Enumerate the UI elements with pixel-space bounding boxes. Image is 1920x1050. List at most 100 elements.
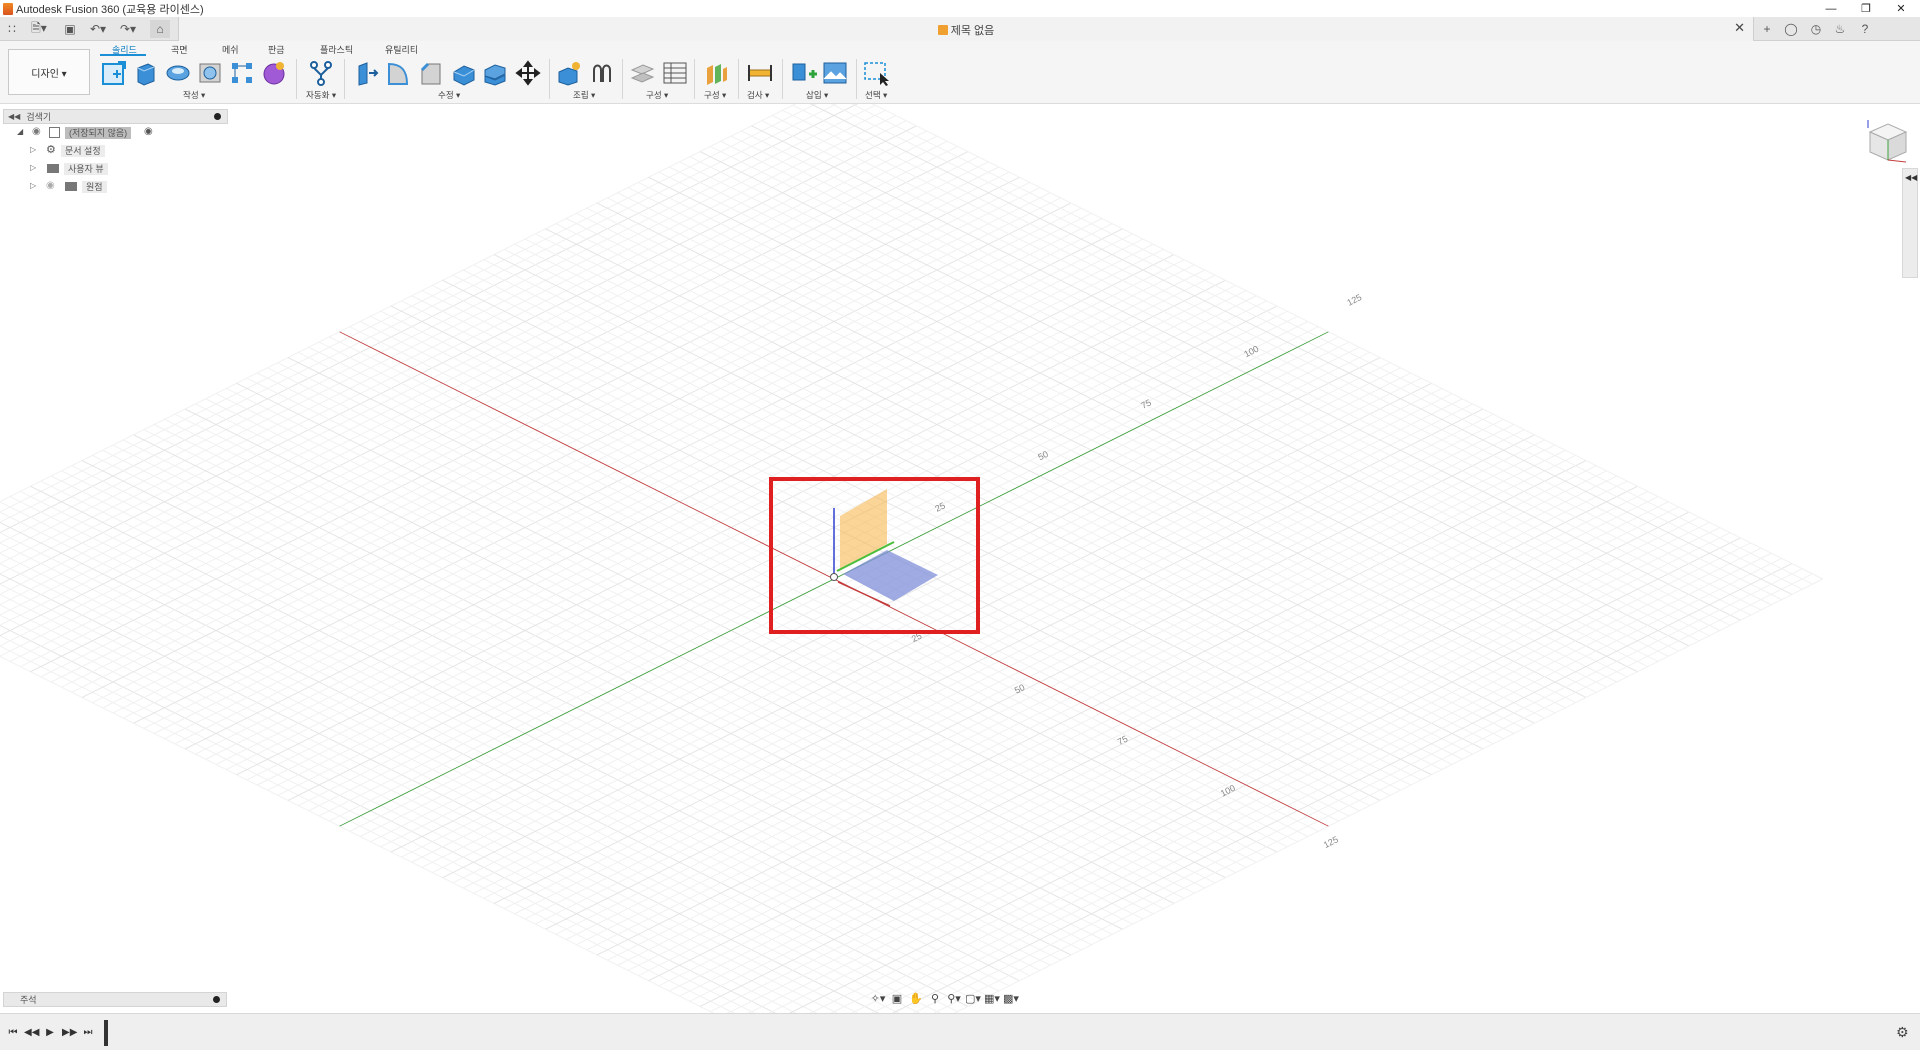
construct2-group-label[interactable]: 구성 ▾	[704, 89, 726, 101]
midplane-icon[interactable]	[702, 59, 730, 87]
eye-icon[interactable]: ◉	[46, 180, 55, 191]
measure-icon[interactable]	[746, 59, 774, 87]
first-icon[interactable]: ⏮	[6, 1026, 20, 1040]
activate-radio-icon[interactable]: ◉	[144, 126, 153, 137]
last-icon[interactable]: ⏭	[81, 1026, 95, 1040]
automate-group-label[interactable]: 자동화 ▾	[306, 89, 336, 101]
collapse-arrows-icon[interactable]: ◀◀	[1905, 173, 1917, 182]
display-icon[interactable]: ▢▾	[965, 992, 981, 1006]
orbit-icon[interactable]: ✧▾	[870, 992, 886, 1006]
pin-icon[interactable]	[214, 113, 221, 120]
extrude-icon[interactable]	[131, 59, 159, 87]
offset-plane-icon[interactable]	[628, 59, 656, 87]
expand-right-icon[interactable]: ▷	[30, 145, 36, 154]
annotation-panel[interactable]: 주석	[3, 992, 227, 1007]
tab-sheet-metal[interactable]: 판금	[268, 43, 285, 56]
viewcube[interactable]	[1864, 114, 1912, 164]
browser-panel: ◀◀ 검색기 ◢ ◉ (저장되지 않음) ◉ ▷ ⚙ 문서 설정 ▷ 사용자 뷰…	[3, 109, 228, 196]
new-component-icon[interactable]	[555, 59, 583, 87]
home-icon[interactable]: ⌂	[150, 20, 170, 38]
move-icon[interactable]	[514, 59, 542, 87]
undo-icon[interactable]: ↶▾	[86, 20, 110, 38]
assemble-group-label[interactable]: 조립 ▾	[573, 89, 595, 101]
new-tab-icon[interactable]: +	[1759, 21, 1775, 37]
insert-derive-icon[interactable]	[790, 59, 818, 87]
pin-icon[interactable]	[213, 996, 220, 1003]
inspect-group-label[interactable]: 검사 ▾	[747, 89, 769, 101]
form-icon[interactable]	[260, 59, 288, 87]
construct-group-label[interactable]: 구성 ▾	[646, 89, 668, 101]
grid-line	[0, 645, 735, 1013]
viewport-icon[interactable]: ▩▾	[1003, 992, 1019, 1006]
expand-right-icon[interactable]: ▷	[30, 163, 36, 172]
timeline-marker[interactable]	[104, 1020, 108, 1046]
tab-surface[interactable]: 곡면	[171, 43, 188, 56]
hole-icon[interactable]	[196, 59, 224, 87]
pattern-icon[interactable]	[228, 59, 256, 87]
select-icon[interactable]	[862, 59, 890, 87]
tree-item-document-settings[interactable]: ▷ ⚙ 문서 설정	[3, 142, 228, 160]
grid-label: 50	[1036, 449, 1049, 462]
automate-icon[interactable]	[307, 59, 335, 87]
close-tab-icon[interactable]: ✕	[1734, 20, 1745, 36]
tree-item-label: 사용자 뷰	[64, 163, 108, 175]
restore-button[interactable]: ❐	[1852, 0, 1880, 17]
combine-icon[interactable]	[481, 59, 509, 87]
create-group-label[interactable]: 작성 ▾	[183, 89, 205, 101]
history-icon[interactable]: ◷	[1808, 21, 1824, 37]
grid-label: 125	[1345, 292, 1363, 308]
tab-plastic[interactable]: 플라스틱	[320, 43, 353, 56]
timeline: ⏮ ◀◀ ▶ ▶▶ ⏭ ⚙	[0, 1013, 1920, 1050]
extension-icon[interactable]: ◯	[1783, 21, 1799, 37]
tab-mesh[interactable]: 메쉬	[222, 43, 239, 56]
file-icon[interactable]: 🗎▾	[28, 20, 50, 38]
look-at-icon[interactable]: ▣	[889, 992, 905, 1006]
navigation-bar: ✧▾ ▣ ✋ ⚲ ⚲▾ ▢▾ ▦▾ ▩▾	[870, 990, 1019, 1008]
grid-icon[interactable]: ▦▾	[984, 992, 1000, 1006]
revolve-icon[interactable]	[164, 59, 192, 87]
settings-gear-icon[interactable]: ⚙	[1896, 1024, 1909, 1041]
browser-title: 검색기	[26, 112, 52, 122]
eye-icon[interactable]: ◉	[32, 126, 41, 137]
tab-utilities[interactable]: 유틸리티	[385, 43, 418, 56]
fillet-icon[interactable]	[384, 59, 412, 87]
folder-icon	[47, 164, 59, 173]
shell-icon[interactable]	[449, 59, 477, 87]
right-panel-tab[interactable]: ◀◀	[1902, 168, 1918, 278]
chamfer-icon[interactable]	[417, 59, 445, 87]
joint-icon[interactable]	[588, 59, 616, 87]
help-icon[interactable]: ?	[1857, 21, 1873, 37]
bell-icon[interactable]: ♨	[1832, 21, 1848, 37]
active-tab-indicator	[100, 54, 146, 56]
workspace-switcher[interactable]: 디자인 ▾	[8, 49, 90, 95]
prev-icon[interactable]: ◀◀	[24, 1026, 39, 1040]
tree-item-label: 문서 설정	[61, 145, 105, 157]
insert-canvas-icon[interactable]	[821, 59, 849, 87]
create-sketch-icon[interactable]	[100, 59, 128, 87]
separator	[622, 59, 623, 99]
tree-item-origin[interactable]: ▷ ◉ 원점	[3, 178, 228, 196]
pan-icon[interactable]: ✋	[908, 992, 924, 1006]
next-icon[interactable]: ▶▶	[62, 1026, 77, 1040]
save-icon[interactable]: ▣	[62, 20, 78, 38]
modify-group-label[interactable]: 수정 ▾	[438, 89, 460, 101]
select-group-label[interactable]: 선택 ▾	[865, 89, 887, 101]
collapse-arrows-icon[interactable]: ◀◀	[8, 112, 20, 121]
close-window-button[interactable]: ✕	[1887, 0, 1915, 17]
tree-item-named-views[interactable]: ▷ 사용자 뷰	[3, 160, 228, 178]
expand-right-icon[interactable]: ▷	[30, 181, 36, 190]
browser-header[interactable]: ◀◀ 검색기	[3, 109, 228, 124]
window-title: Autodesk Fusion 360 (교육용 라이센스)	[16, 3, 204, 16]
play-icon[interactable]: ▶	[43, 1026, 57, 1040]
parameters-icon[interactable]	[661, 59, 689, 87]
press-pull-icon[interactable]	[352, 59, 380, 87]
expand-down-icon[interactable]: ◢	[17, 127, 23, 136]
insert-group-label[interactable]: 삽입 ▾	[806, 89, 828, 101]
grid-icon[interactable]: ∷	[4, 20, 20, 38]
redo-icon[interactable]: ↷▾	[116, 20, 140, 38]
document-tab[interactable]: 제목 없음 ✕	[178, 17, 1754, 41]
zoom-icon[interactable]: ⚲	[927, 992, 943, 1006]
minimize-button[interactable]: —	[1817, 0, 1845, 17]
fit-icon[interactable]: ⚲▾	[946, 992, 962, 1006]
tree-root[interactable]: ◢ ◉ (저장되지 않음) ◉	[3, 124, 228, 142]
